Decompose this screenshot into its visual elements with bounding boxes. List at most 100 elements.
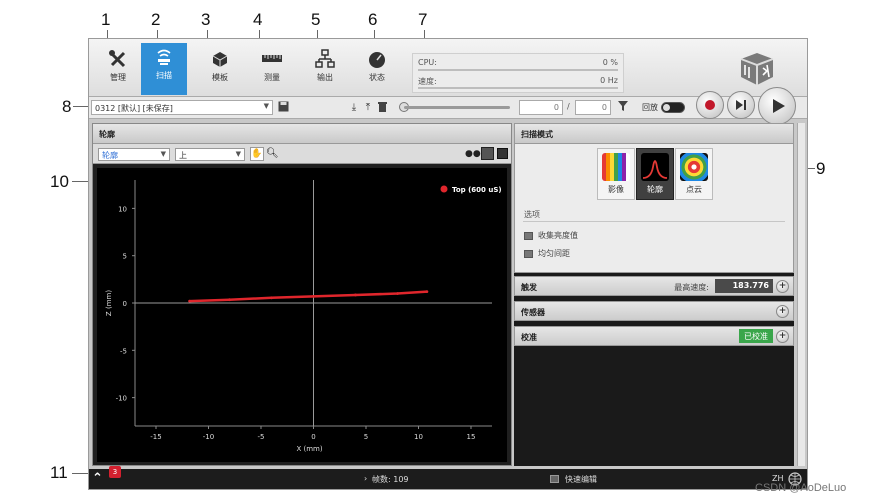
speed-label: 速度: bbox=[418, 77, 437, 86]
window-icon[interactable] bbox=[497, 148, 508, 159]
quick-edit-label: 快速编辑 bbox=[565, 475, 597, 484]
nav-model[interactable]: 模板 bbox=[197, 45, 243, 95]
mode-video-button[interactable]: 影像 bbox=[597, 148, 635, 200]
legend-label: Top (600 uS) bbox=[452, 186, 502, 194]
option-uniform-spacing[interactable]: 均匀间距 bbox=[524, 248, 570, 259]
callout-11: 11 bbox=[50, 463, 68, 482]
trigger-section[interactable]: 触发 最高速度: 183.776 + bbox=[514, 276, 794, 296]
nav-label: 输出 bbox=[317, 73, 333, 82]
x-tick-label: 0 bbox=[311, 433, 315, 441]
expand-icon[interactable]: + bbox=[776, 330, 789, 343]
replay-label: 回放 bbox=[642, 103, 658, 112]
chevron-down-icon: ▼ bbox=[235, 150, 241, 158]
step-button[interactable] bbox=[727, 91, 755, 119]
step-forward-icon bbox=[736, 100, 746, 110]
output-icon bbox=[315, 49, 335, 68]
frame-current-field[interactable]: 0 bbox=[519, 100, 563, 115]
status-bar: ⌃ 3 › 帧数: 109 快速编辑 ZH bbox=[89, 466, 807, 489]
nav-manage[interactable]: 管理 bbox=[95, 45, 141, 95]
x-axis-title: X (mm) bbox=[296, 445, 322, 453]
record-button[interactable] bbox=[696, 91, 724, 119]
expand-icon[interactable]: + bbox=[776, 280, 789, 293]
y-tick-label: 5 bbox=[123, 253, 127, 261]
replay-toggle[interactable] bbox=[661, 102, 685, 113]
chevron-down-icon: ▼ bbox=[160, 150, 166, 158]
job-select-value: 0312 [默认] [未保存] bbox=[95, 104, 173, 113]
dashboard-icon bbox=[369, 52, 385, 68]
sensor-section[interactable]: 传感器 + bbox=[514, 301, 794, 321]
panel-scrollbar[interactable] bbox=[797, 123, 805, 466]
checkbox[interactable] bbox=[524, 249, 533, 258]
profile-plot[interactable]: -15 -10 -5 0 5 10 15 10 5 0 -5 -10 X (mm) Z (mm) Top (… bbox=[97, 168, 507, 462]
profile-point bbox=[228, 298, 231, 302]
mode-profile-button[interactable]: 轮廓 bbox=[636, 148, 674, 200]
upload-icon[interactable]: ⤒ bbox=[362, 101, 374, 114]
profile-point bbox=[396, 292, 399, 295]
callout-leader bbox=[73, 106, 88, 107]
profile-point bbox=[312, 294, 315, 298]
alignment-section[interactable]: 校准 已校准 + bbox=[514, 326, 794, 346]
profile-view-bar: 轮廓 ▼ 上 ▼ ✋ 🔍︎ ●● bbox=[93, 144, 511, 164]
frame-count: 帧数: 109 bbox=[372, 475, 409, 484]
profile-panel: 轮廓 轮廓 ▼ 上 ▼ ✋ 🔍︎ ●● -15 -10 -5 0 5 10 15 10 5 0 -5… bbox=[92, 123, 512, 466]
options-divider bbox=[523, 221, 785, 222]
option-label: 收集亮度值 bbox=[538, 231, 578, 240]
profile-point bbox=[425, 290, 429, 294]
options-title: 选项 bbox=[524, 210, 540, 219]
delete-icon[interactable] bbox=[376, 101, 388, 114]
side-select[interactable]: 上 ▼ bbox=[175, 148, 245, 161]
scan-icon bbox=[157, 49, 171, 65]
speed-bar bbox=[418, 87, 618, 89]
aligned-badge: 已校准 bbox=[739, 329, 773, 343]
tools-icon bbox=[109, 50, 126, 68]
zoom-icon[interactable]: 🔍︎ bbox=[266, 147, 279, 160]
app-window: 管理 扫描 模板 测量 输出 状态 CPU: 0 % 速度: 0 Hz 0312… bbox=[88, 38, 808, 490]
nav-label: 状态 bbox=[369, 73, 385, 82]
job-toolbar: 0312 [默认] [未保存] ▼ ⤓ ⤒ 0 / 0 回放 bbox=[89, 87, 807, 125]
replay-slider[interactable] bbox=[404, 106, 510, 109]
checkbox[interactable] bbox=[524, 231, 533, 240]
quick-edit-checkbox[interactable] bbox=[550, 475, 559, 483]
profile-icon bbox=[641, 153, 669, 181]
performance-panel: CPU: 0 % 速度: 0 Hz bbox=[412, 53, 624, 93]
y-tick-label: 0 bbox=[123, 300, 127, 308]
play-button[interactable] bbox=[758, 87, 796, 125]
frame-total-field[interactable]: 0 bbox=[575, 100, 611, 115]
job-select[interactable]: 0312 [默认] [未保存] ▼ bbox=[91, 100, 273, 115]
profile-point bbox=[188, 299, 191, 303]
callout-8: 8 bbox=[62, 97, 72, 116]
nav-output[interactable]: 输出 bbox=[302, 45, 348, 95]
callout-10: 10 bbox=[50, 172, 69, 191]
profile-chart: -15 -10 -5 0 5 10 15 10 5 0 -5 -10 X (mm) Z (mm) Top (… bbox=[105, 180, 502, 453]
mode-surface-button[interactable]: 点云 bbox=[675, 148, 713, 200]
download-icon[interactable]: ⤓ bbox=[348, 101, 360, 114]
watermark: CSDN @AoDeLuo bbox=[755, 482, 847, 494]
view-select-value: 轮廓 bbox=[102, 151, 118, 160]
callout-5: 5 bbox=[311, 10, 321, 29]
cpu-label: CPU: bbox=[418, 58, 437, 67]
nav-scan[interactable]: 扫描 bbox=[141, 43, 187, 95]
binoculars-icon[interactable]: ●● bbox=[465, 149, 481, 159]
callout-7: 7 bbox=[418, 10, 428, 29]
option-intensity[interactable]: 收集亮度值 bbox=[524, 230, 578, 241]
nav-dashboard[interactable]: 状态 bbox=[354, 45, 400, 95]
mode-label: 影像 bbox=[608, 185, 624, 194]
filter-icon[interactable] bbox=[617, 101, 629, 114]
callout-9: 9 bbox=[816, 159, 826, 178]
screen-fit-icon[interactable] bbox=[481, 147, 494, 160]
callout-3: 3 bbox=[201, 10, 211, 29]
settings-panel: 扫描模式 影像 轮廓 点云 选项 收集亮度值 均匀间距 触发 最高速度: 183… bbox=[514, 123, 794, 466]
expand-log-icon[interactable]: ⌃ bbox=[92, 471, 103, 486]
expand-icon[interactable]: + bbox=[776, 305, 789, 318]
legend-marker bbox=[440, 185, 448, 193]
scan-mode-panel: 扫描模式 影像 轮廓 点云 选项 收集亮度值 均匀间距 bbox=[514, 123, 794, 273]
model-icon bbox=[212, 52, 228, 67]
nav-measure[interactable]: 测量 bbox=[249, 45, 295, 95]
pan-hand-icon[interactable]: ✋ bbox=[250, 147, 264, 161]
max-speed-value: 183.776 bbox=[715, 279, 773, 293]
brand-logo-icon bbox=[740, 53, 774, 85]
nav-label: 测量 bbox=[264, 73, 280, 82]
view-select[interactable]: 轮廓 ▼ bbox=[98, 148, 170, 161]
save-icon[interactable] bbox=[277, 101, 289, 114]
section-label: 传感器 bbox=[521, 308, 545, 317]
